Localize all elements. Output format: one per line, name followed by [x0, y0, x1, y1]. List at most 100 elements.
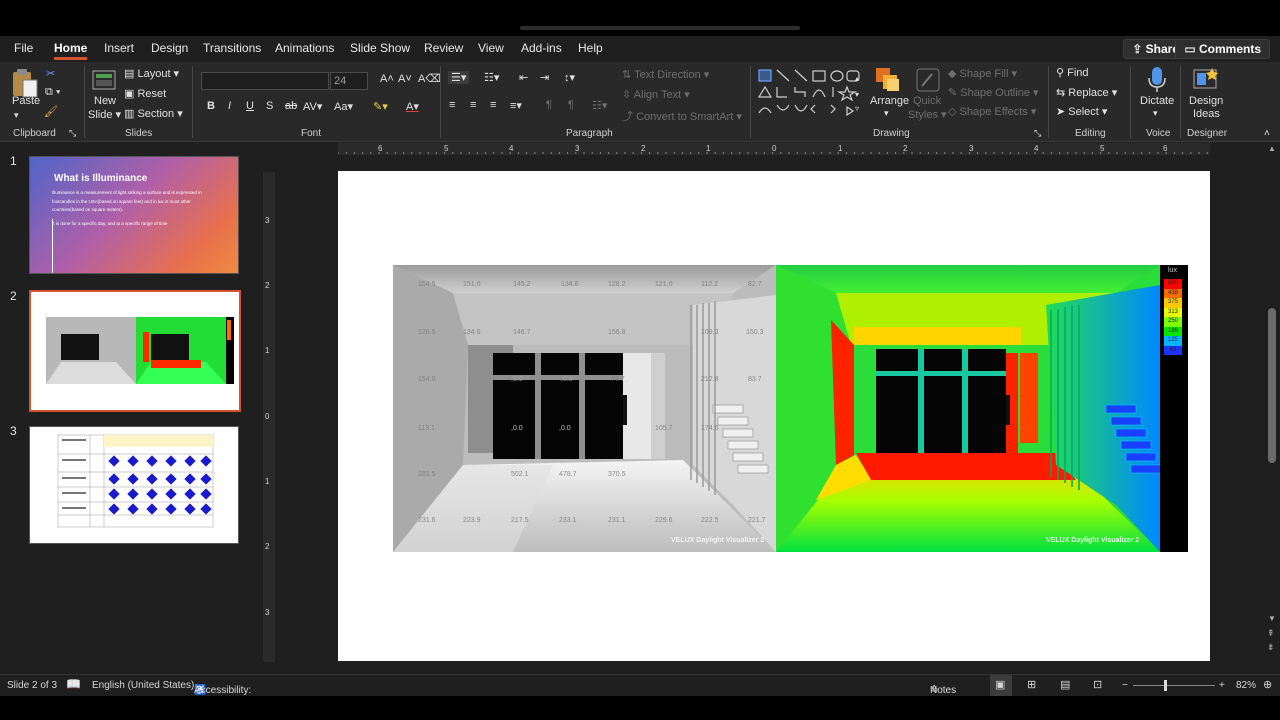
- clear-formatting-icon[interactable]: A⌫: [418, 72, 441, 85]
- clipboard-launcher-icon[interactable]: ⤡: [69, 128, 76, 139]
- underline-icon[interactable]: U: [246, 100, 254, 112]
- section-button[interactable]: ▥ Section ▾: [124, 107, 183, 120]
- text-direction-button[interactable]: ⇅ Text Direction ▾: [622, 68, 709, 81]
- paste-icon[interactable]: [11, 68, 39, 98]
- font-color-icon[interactable]: A▾: [406, 100, 419, 113]
- increase-font-icon[interactable]: A˄: [380, 73, 394, 85]
- fit-to-window-icon[interactable]: ⊕: [1263, 678, 1272, 691]
- slide-thumbnail-2[interactable]: [29, 290, 241, 412]
- select-button[interactable]: ➤ Select ▾: [1056, 105, 1107, 118]
- format-painter-icon[interactable]: 🖌: [44, 105, 58, 118]
- zoom-out-icon[interactable]: −: [1122, 680, 1128, 691]
- copy-icon[interactable]: ⧉ ▾: [45, 86, 61, 99]
- collapse-ribbon-icon[interactable]: ˄: [1264, 128, 1270, 139]
- slide-canvas[interactable]: 154.5 151.0 145.2 134.8 128.2 121.0 112.…: [338, 171, 1210, 661]
- spellcheck-icon[interactable]: 📖: [66, 677, 81, 691]
- arrange-icon[interactable]: [874, 66, 902, 94]
- numbering-icon[interactable]: ☷▾: [484, 71, 499, 84]
- new-slide-label-2[interactable]: Slide ▾: [88, 108, 121, 121]
- strikethrough-icon[interactable]: ab: [285, 100, 297, 112]
- rtl-icon[interactable]: ¶: [546, 99, 552, 111]
- columns-icon[interactable]: ☷▾: [592, 99, 607, 112]
- ltr-icon[interactable]: ¶: [568, 99, 574, 111]
- shapes-scroll-up-icon[interactable]: ▴: [855, 74, 859, 83]
- shapes-gallery-icon[interactable]: [757, 67, 863, 121]
- next-slide-icon[interactable]: ⇟: [1267, 642, 1275, 653]
- reset-button[interactable]: ▣ Reset: [124, 87, 166, 100]
- tab-transitions[interactable]: Transitions: [203, 41, 261, 55]
- align-left-icon[interactable]: ≡: [449, 99, 455, 111]
- align-right-icon[interactable]: ≡: [490, 99, 496, 111]
- replace-button[interactable]: ⇆ Replace ▾: [1056, 86, 1117, 99]
- increase-indent-icon[interactable]: ⇥: [540, 71, 549, 84]
- design-ideas-label-2[interactable]: Ideas: [1193, 108, 1220, 120]
- zoom-in-icon[interactable]: +: [1219, 680, 1225, 691]
- line-spacing-icon[interactable]: ↕▾: [564, 71, 575, 84]
- reading-view-icon[interactable]: ▤: [1060, 678, 1070, 691]
- align-center-icon[interactable]: ≡: [470, 99, 476, 111]
- vruler-label: 0: [265, 412, 270, 421]
- character-spacing-icon[interactable]: AV▾: [303, 100, 322, 113]
- shape-effects-button[interactable]: ◇ Shape Effects ▾: [948, 105, 1036, 118]
- slide-sorter-icon[interactable]: ⊞: [1027, 678, 1036, 691]
- decrease-font-icon[interactable]: A˅: [398, 73, 412, 85]
- grayscale-rendering-image[interactable]: 154.5 151.0 145.2 134.8 128.2 121.0 112.…: [393, 265, 776, 552]
- tab-animations[interactable]: Animations: [275, 41, 334, 55]
- new-slide-icon[interactable]: [91, 67, 119, 93]
- slideshow-icon[interactable]: ⊡: [1093, 678, 1102, 691]
- drawing-launcher-icon[interactable]: ⤡: [1034, 128, 1041, 139]
- bold-icon[interactable]: B: [207, 100, 215, 112]
- shapes-scroll-down-icon[interactable]: ▾: [855, 90, 859, 99]
- shape-outline-button[interactable]: ✎ Shape Outline ▾: [948, 86, 1039, 99]
- zoom-slider-thumb[interactable]: [1164, 680, 1167, 691]
- new-slide-label-1[interactable]: New: [94, 95, 116, 107]
- tab-design[interactable]: Design: [151, 41, 188, 55]
- zoom-slider[interactable]: [1133, 685, 1215, 686]
- tab-file[interactable]: File: [14, 41, 33, 55]
- layout-button[interactable]: ▤ Layout ▾: [124, 67, 179, 80]
- quick-styles-label-2[interactable]: Styles ▾: [908, 108, 947, 121]
- slide-thumbnail-1[interactable]: What is Illuminance Illuminance is a mea…: [29, 156, 239, 274]
- font-name-combo[interactable]: [201, 72, 329, 90]
- previous-slide-icon[interactable]: ⇞: [1267, 628, 1275, 639]
- design-ideas-icon[interactable]: [1192, 66, 1220, 94]
- language-status[interactable]: English (United States): [92, 680, 194, 691]
- quick-styles-label-1[interactable]: Quick: [913, 95, 941, 107]
- tab-view[interactable]: View: [478, 41, 504, 55]
- tab-help[interactable]: Help: [578, 41, 603, 55]
- tab-add-ins[interactable]: Add-ins: [521, 41, 562, 55]
- design-ideas-label-1[interactable]: Design: [1189, 95, 1223, 107]
- paste-button[interactable]: Paste: [12, 95, 40, 107]
- quick-styles-icon[interactable]: [914, 66, 942, 94]
- italic-icon[interactable]: I: [228, 100, 231, 112]
- microphone-icon[interactable]: [1146, 66, 1168, 94]
- shape-fill-button[interactable]: ◆ Shape Fill ▾: [948, 67, 1017, 80]
- align-text-button[interactable]: ⇳ Align Text ▾: [622, 88, 690, 101]
- lux-value: 231.6: [418, 517, 436, 524]
- scrollbar-thumb[interactable]: [1268, 308, 1276, 463]
- comments-button[interactable]: ▭ Comments: [1175, 39, 1270, 59]
- decrease-indent-icon[interactable]: ⇤: [519, 71, 528, 84]
- false-color-rendering-image[interactable]: lux 500 438 375 313 250 188 125 63 VELUX Daylig…: [776, 265, 1188, 552]
- dictate-button[interactable]: Dictate: [1140, 95, 1174, 107]
- cut-icon[interactable]: ✂: [46, 67, 55, 80]
- find-button[interactable]: ⚲ Find: [1056, 66, 1089, 79]
- tab-home[interactable]: Home: [54, 41, 88, 60]
- slide-thumbnail-3[interactable]: [29, 426, 239, 544]
- scroll-down-icon[interactable]: ▼: [1268, 614, 1276, 623]
- shapes-more-icon[interactable]: ▿: [855, 104, 859, 113]
- zoom-level[interactable]: 82%: [1236, 680, 1256, 691]
- convert-smartart-button[interactable]: ⤴ Convert to SmartArt ▾: [622, 108, 742, 124]
- tab-slide-show[interactable]: Slide Show: [350, 41, 410, 55]
- tab-insert[interactable]: Insert: [104, 41, 134, 55]
- font-size-combo[interactable]: 24: [330, 72, 368, 90]
- justify-icon[interactable]: ≡▾: [510, 99, 522, 112]
- highlight-icon[interactable]: ✎▾: [373, 100, 388, 113]
- scroll-up-icon[interactable]: ▲: [1268, 144, 1276, 153]
- arrange-button[interactable]: Arrange: [870, 95, 909, 107]
- normal-view-button[interactable]: ▣: [990, 675, 1012, 697]
- bullets-icon[interactable]: ☰▾: [448, 71, 470, 84]
- tab-review[interactable]: Review: [424, 41, 463, 55]
- shadow-icon[interactable]: S: [266, 100, 273, 112]
- change-case-icon[interactable]: Aa▾: [334, 100, 353, 113]
